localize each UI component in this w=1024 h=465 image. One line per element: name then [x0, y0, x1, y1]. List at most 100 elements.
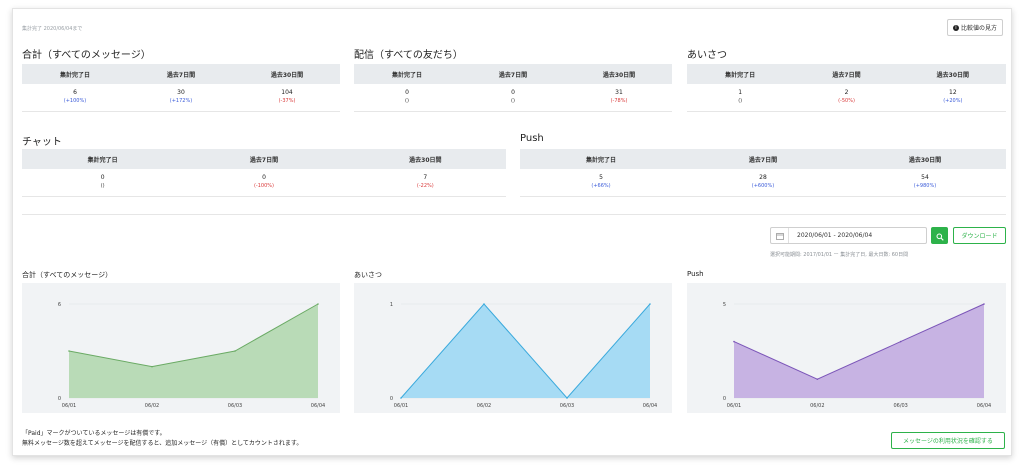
- col-header: 集計完了日: [354, 64, 460, 84]
- stat-change: (+100%): [63, 98, 87, 105]
- data-point: [483, 303, 485, 305]
- data-point: [566, 397, 568, 399]
- chat-table: 集計完了日 過去7日間 過去30日間 0() 0 (-100%) 7 (-22%): [22, 149, 506, 197]
- x-tick-label: 06/03: [893, 403, 907, 409]
- data-point: [649, 303, 651, 305]
- date-range-input[interactable]: 2020/06/01 - 2020/06/04: [770, 227, 927, 244]
- stat-cell: 0(): [354, 84, 460, 112]
- stat-value: 2: [844, 89, 849, 97]
- greeting-title: あいさつ: [687, 50, 727, 61]
- stat-cell: 31 (-78%): [566, 84, 672, 112]
- y-tick-label: 5: [723, 302, 726, 308]
- stat-change: (+20%): [943, 98, 963, 105]
- stat-cell: 1(): [687, 84, 794, 112]
- stat-value: 7: [423, 174, 428, 182]
- stat-cell: 0(): [460, 84, 566, 112]
- col-header: 過去7日間: [793, 64, 900, 84]
- check-usage-button[interactable]: メッセージの利用状況を確認する: [891, 432, 1005, 449]
- stat-cell: 12 (+20%): [899, 84, 1006, 112]
- stat-change: (): [511, 98, 515, 105]
- col-header: 過去30日間: [844, 149, 1006, 169]
- chart-panel-push: 5 0 06/01 06/02 06/03 06/04: [687, 283, 1006, 413]
- stat-value: 31: [615, 89, 623, 97]
- data-point: [400, 397, 402, 399]
- y-tick-label: 1: [390, 302, 393, 308]
- greeting-area-chart: 1 006/01 06/02 06/03 06/04: [390, 302, 657, 409]
- data-point: [317, 303, 319, 305]
- col-header: 過去30日間: [899, 64, 1006, 84]
- col-header: 過去30日間: [234, 64, 340, 84]
- chart-title: 合計（すべてのメッセージ）: [22, 271, 113, 279]
- stat-value: 0: [262, 174, 266, 182]
- date-range-value: 2020/06/01 - 2020/06/04: [797, 232, 873, 239]
- y-tick-label: 0: [390, 396, 393, 402]
- col-header: 過去30日間: [566, 64, 672, 84]
- extra-message-note: 無料メッセージ数を超えてメッセージを配信すると、追加メッセージ（有償）としてカウ…: [22, 440, 303, 447]
- x-tick-label: 06/01: [727, 403, 741, 409]
- total-title: 合計（すべてのメッセージ）: [22, 50, 151, 61]
- calendar-icon: [771, 228, 789, 243]
- y-tick-label: 0: [723, 396, 726, 402]
- x-tick-label: 06/02: [477, 403, 491, 409]
- col-header: 過去7日間: [682, 149, 844, 169]
- stat-change: (): [738, 98, 743, 105]
- paid-note: 「Paid」マークがついているメッセージは有償です。: [22, 430, 166, 437]
- section-divider: [22, 214, 1006, 215]
- updated-text: 集計完了 2020/06/04まで: [22, 26, 83, 32]
- compare-help-button[interactable]: i 比較値の見方: [947, 19, 1003, 36]
- search-button[interactable]: [931, 227, 948, 244]
- col-header: 集計完了日: [22, 149, 184, 169]
- stat-change: (-37%): [278, 98, 296, 105]
- stat-cell: 6 (+100%): [22, 84, 128, 112]
- stat-value: 0: [511, 89, 515, 97]
- stat-change: (+172%): [169, 98, 193, 105]
- data-point: [234, 350, 236, 352]
- data-point: [151, 365, 153, 368]
- stat-value: 104: [281, 89, 293, 97]
- stat-change: (): [405, 98, 409, 105]
- download-button[interactable]: ダウンロード: [953, 227, 1006, 244]
- stat-value: 5: [599, 174, 603, 182]
- stat-change: (-100%): [253, 183, 274, 190]
- stat-value: 1: [738, 89, 743, 97]
- stat-change: (-50%): [838, 98, 855, 105]
- range-note: 選択可能期間: 2017/01/01 ー 集計完了日, 最大日数: 60日間: [770, 252, 909, 258]
- stat-cell: 0(): [22, 169, 184, 197]
- stat-change: (): [100, 183, 105, 190]
- delivery-title: 配信（すべての友だち）: [354, 50, 463, 61]
- x-tick-label: 06/04: [311, 403, 325, 409]
- stat-cell: 0 (-100%): [183, 169, 345, 197]
- stat-value: 12: [949, 89, 957, 97]
- stat-change: (-22%): [416, 183, 434, 190]
- x-tick-label: 06/02: [145, 403, 159, 409]
- y-tick-label: 6: [58, 302, 61, 308]
- stat-cell: 28 (+600%): [682, 169, 844, 197]
- data-point: [816, 378, 819, 380]
- stat-cell: 54 (+980%): [844, 169, 1006, 197]
- stat-change: (+66%): [591, 183, 611, 190]
- search-icon: [936, 226, 944, 245]
- chat-title: チャット: [22, 137, 62, 148]
- stat-value: 0: [405, 89, 409, 97]
- x-tick-label: 06/04: [643, 403, 657, 409]
- push-title: Push: [520, 133, 544, 144]
- stat-cell: 5 (+66%): [520, 169, 682, 197]
- col-header: 集計完了日: [22, 64, 128, 84]
- greeting-table: 集計完了日 過去7日間 過去30日間 1() 2 (-50%) 12 (+20%): [687, 64, 1006, 112]
- chart-panel-greeting: 1 0 06/01 06/02 06/03 06/04: [354, 283, 672, 413]
- area-fill: [69, 304, 318, 398]
- data-point: [983, 303, 985, 305]
- data-point: [68, 350, 70, 352]
- compare-help-label: 比較値の見方: [960, 25, 997, 32]
- push-table: 集計完了日 過去7日間 過去30日間 5 (+66%) 28 (+600%) 54(…: [520, 149, 1006, 197]
- x-tick-label: 06/01: [62, 403, 76, 409]
- stat-value: 0: [100, 174, 105, 182]
- data-point: [733, 340, 735, 343]
- col-header: 過去7日間: [460, 64, 566, 84]
- stat-value: 30: [177, 89, 185, 97]
- stat-change: (-78%): [610, 98, 628, 105]
- push-area-chart: 5 006/01 06/02 06/03 06/04: [723, 302, 991, 409]
- stat-cell: 2 (-50%): [793, 84, 900, 112]
- stat-change: (+600%): [751, 183, 775, 190]
- stat-cell: 7 (-22%): [344, 169, 506, 197]
